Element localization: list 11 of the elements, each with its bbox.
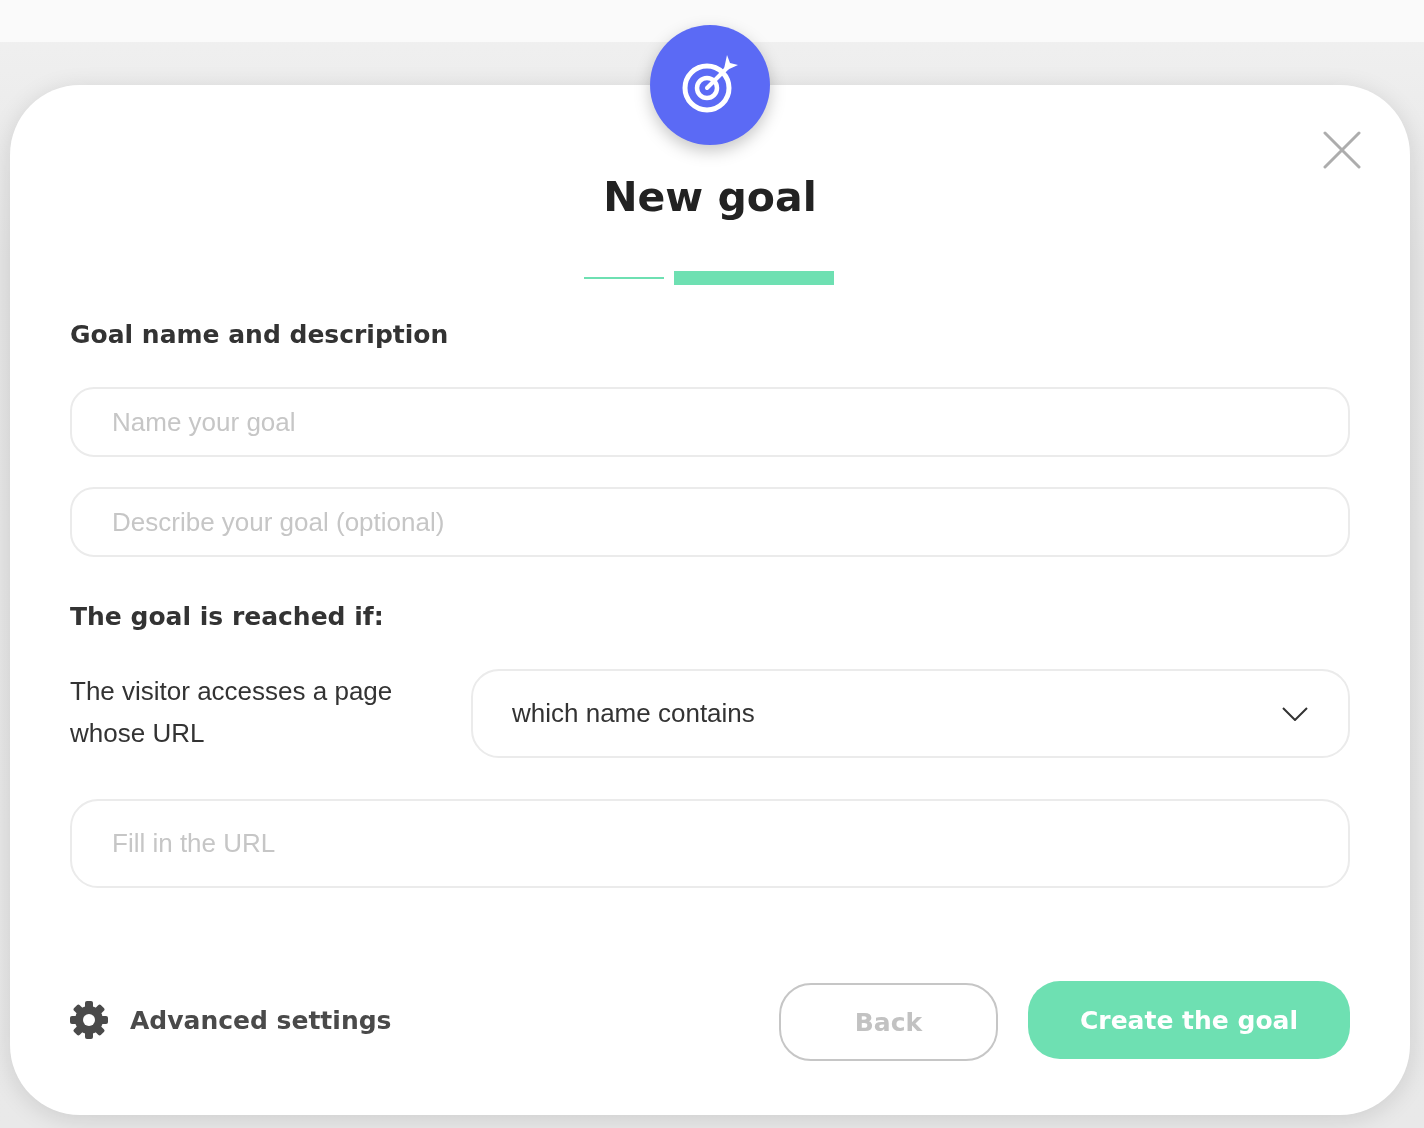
input-field[interactable]: Describe your goal (optional) (70, 487, 1350, 557)
section-heading: Goal name and description (70, 319, 449, 351)
input-field[interactable]: Name your goal (70, 387, 1350, 457)
url-input-field[interactable]: Fill in the URL (70, 799, 1350, 888)
condition-dropdown[interactable]: which name contains (471, 669, 1350, 758)
condition-label: The visitor accesses a page whose URL (70, 675, 394, 750)
chevron-down-icon (1282, 706, 1308, 721)
dialog-title: New goal (603, 172, 817, 222)
advanced-settings-link[interactable]: Advanced settings (70, 1001, 392, 1039)
section-heading: The goal is reached if: (70, 601, 384, 633)
close-icon[interactable] (1323, 131, 1361, 169)
